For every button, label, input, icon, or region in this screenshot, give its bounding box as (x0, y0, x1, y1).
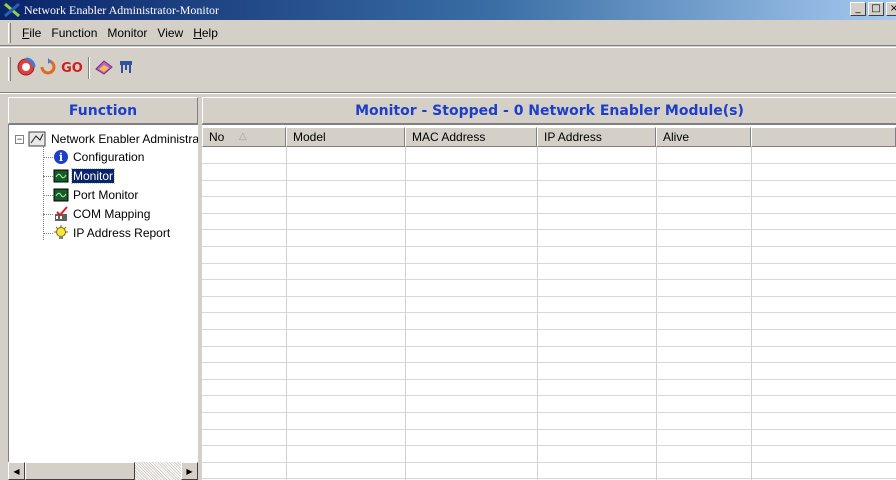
title-bar: Network Enabler Administrator-Monitor _ … (0, 0, 896, 20)
grid-row-line (202, 279, 896, 280)
tree-root-label: Network Enabler Administrator (51, 132, 198, 146)
function-tree: − Network Enabler Administrator i Config… (8, 124, 198, 480)
grid-row-line (202, 312, 896, 313)
column-header-no[interactable]: No △ (202, 127, 286, 147)
menubar-grip[interactable] (8, 22, 11, 43)
scroll-track[interactable] (25, 462, 181, 480)
grid-row-line (202, 445, 896, 446)
grid-row-line (202, 462, 896, 463)
monitor-status-header: Monitor - Stopped - 0 Network Enabler Mo… (202, 97, 896, 124)
scroll-left-button[interactable]: ◀ (8, 462, 25, 480)
grid-row-line (202, 362, 896, 363)
com-mapping-icon (53, 206, 69, 222)
start-monitor-icon (16, 57, 36, 80)
menu-monitor[interactable]: Monitor (102, 26, 152, 40)
toolbar-separator (88, 57, 90, 79)
function-panel-header: Function (8, 97, 198, 124)
grid-row-line (202, 213, 896, 214)
window-title: Network Enabler Administrator-Monitor (24, 2, 220, 17)
tree-item-monitor[interactable]: Monitor (43, 167, 116, 185)
grid-row-line (202, 229, 896, 230)
network-button[interactable] (115, 57, 137, 79)
module-list-body[interactable] (202, 147, 896, 480)
menu-function[interactable]: Function (46, 26, 102, 40)
grid-row-line (202, 379, 896, 380)
stop-monitor-button[interactable] (37, 57, 59, 79)
info-icon: i (53, 149, 69, 165)
tree-horizontal-scrollbar[interactable]: ◀ ▶ (8, 462, 198, 480)
toolbar: GO (0, 47, 896, 95)
go-icon: GO (61, 60, 83, 76)
network-icon (116, 57, 136, 80)
column-header-model[interactable]: Model (286, 127, 405, 147)
maximize-button[interactable]: □ (868, 2, 884, 16)
tree-item-ip-address-report[interactable]: IP Address Report (43, 224, 171, 242)
go-button[interactable]: GO (59, 57, 85, 79)
grid-row-line (202, 346, 896, 347)
column-header-filler (751, 127, 896, 147)
close-button[interactable]: × (886, 2, 896, 16)
grid-row-line (202, 263, 896, 264)
menu-bar: File Function Monitor View Help (0, 20, 896, 46)
grid-row-line (202, 246, 896, 247)
toolbar-divider (0, 92, 896, 94)
column-header-mac-address[interactable]: MAC Address (405, 127, 537, 147)
sort-ascending-icon: △ (239, 131, 247, 142)
stop-monitor-icon (38, 57, 58, 80)
start-monitor-button[interactable] (15, 57, 37, 79)
scroll-thumb[interactable] (25, 462, 135, 480)
module-list: No △ Model MAC Address IP Address Alive (202, 124, 896, 480)
column-header-alive[interactable]: Alive (656, 127, 751, 147)
tree-item-port-monitor[interactable]: Port Monitor (43, 186, 139, 204)
app-icon (3, 2, 21, 18)
module-list-header: No △ Model MAC Address IP Address Alive (202, 127, 896, 147)
toolbar-grip[interactable] (8, 57, 11, 81)
menu-help[interactable]: Help (188, 26, 223, 40)
svg-text:i: i (59, 151, 63, 164)
grid-row-line (202, 412, 896, 413)
grid-row-line (202, 180, 896, 181)
grid-row-line (202, 296, 896, 297)
tree-item-com-mapping[interactable]: COM Mapping (43, 205, 151, 223)
network-enabler-icon (28, 131, 46, 147)
grid-row-line (202, 429, 896, 430)
ip-report-icon (53, 225, 69, 241)
collapse-icon[interactable]: − (15, 134, 24, 144)
settings-button[interactable] (93, 57, 115, 79)
grid-row-line (202, 196, 896, 197)
tree-item-configuration[interactable]: i Configuration (43, 148, 145, 166)
grid-row-line (202, 395, 896, 396)
scroll-right-button[interactable]: ▶ (181, 462, 198, 480)
tree-root[interactable]: − Network Enabler Administrator (15, 131, 198, 147)
grid-row-line (202, 478, 896, 479)
menu-file[interactable]: File (17, 26, 46, 40)
settings-icon (94, 57, 114, 80)
menu-view[interactable]: View (152, 26, 188, 40)
grid-row-line (202, 329, 896, 330)
minimize-button[interactable]: _ (850, 2, 866, 16)
column-header-ip-address[interactable]: IP Address (537, 127, 656, 147)
grid-row-line (202, 163, 896, 164)
monitor-icon (53, 168, 69, 184)
port-monitor-icon (53, 187, 69, 203)
